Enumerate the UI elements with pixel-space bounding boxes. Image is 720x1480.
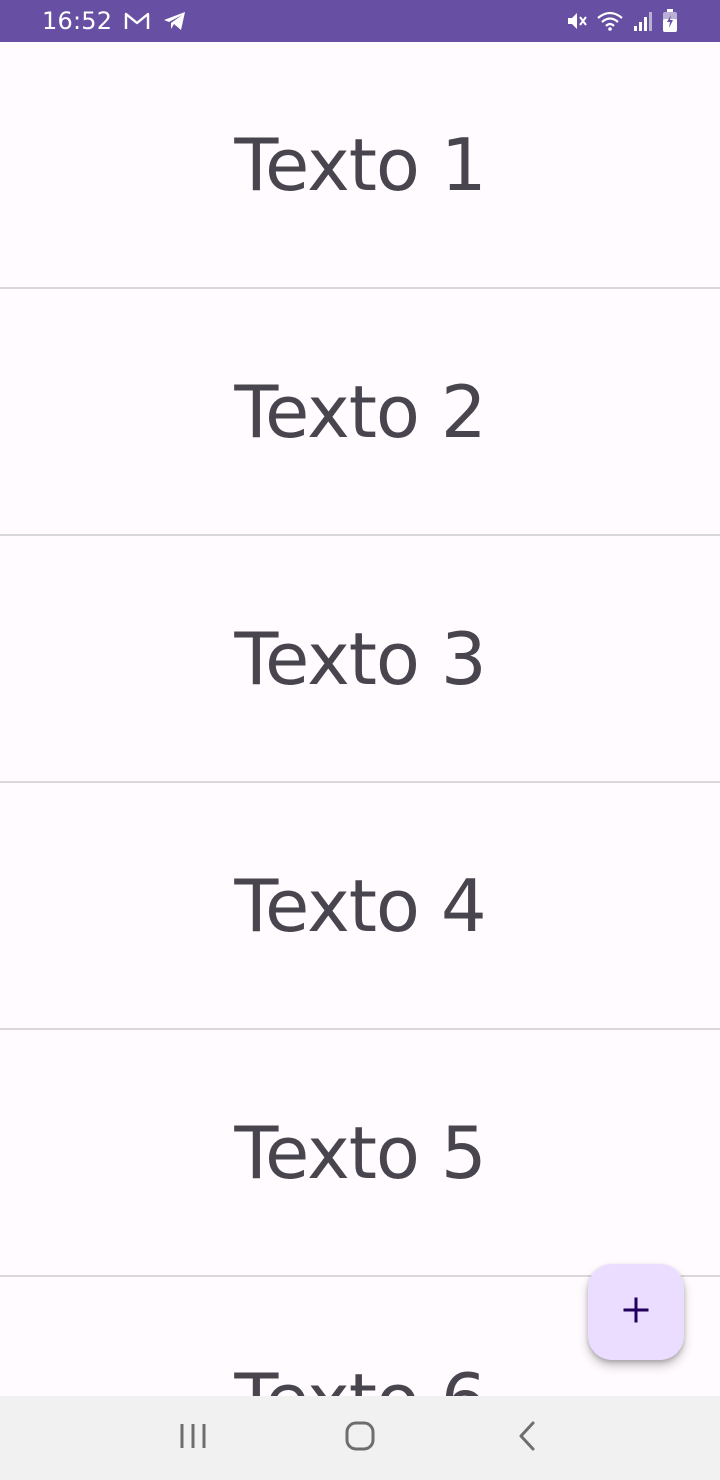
recents-icon [178,1422,208,1454]
recents-button[interactable] [153,1408,233,1468]
list-item[interactable]: Texto 4 [0,783,720,1030]
list-item-label: Texto 6 [234,1358,486,1397]
list-item-label: Texto 3 [234,616,486,701]
list-item[interactable]: Texto 3 [0,536,720,783]
list-item-label: Texto 1 [234,122,486,207]
text-list: Texto 1 Texto 2 Texto 3 Texto 4 Texto 5 … [0,42,720,1396]
list-item[interactable]: Texto 5 [0,1030,720,1277]
add-button[interactable] [588,1264,684,1360]
list-item-label: Texto 2 [234,369,486,454]
list-item[interactable]: Texto 2 [0,289,720,536]
status-bar: 16:52 [0,0,720,42]
gmail-icon [124,11,150,31]
list-item[interactable]: Texto 1 [0,42,720,289]
status-right [566,9,678,33]
mute-icon [566,10,588,32]
system-nav-bar [0,1396,720,1480]
back-button[interactable] [487,1408,567,1468]
status-left: 16:52 [42,7,188,35]
list-item-label: Texto 5 [234,1110,486,1195]
wifi-icon [596,10,624,32]
home-button[interactable] [320,1408,400,1468]
battery-icon [662,9,678,33]
plus-icon [622,1296,650,1328]
status-time: 16:52 [42,7,113,35]
home-icon [344,1420,376,1456]
list-item-label: Texto 4 [234,863,486,948]
signal-icon [632,10,654,32]
telegram-icon [162,10,188,32]
back-icon [516,1420,538,1456]
